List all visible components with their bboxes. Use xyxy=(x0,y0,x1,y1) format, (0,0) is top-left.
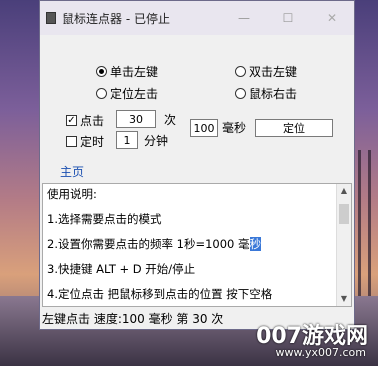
scroll-up-icon[interactable]: ▲ xyxy=(337,184,351,198)
help-line: 4.定位点击 把鼠标移到点击的位置 按下空格 xyxy=(47,287,273,301)
click-count-input[interactable]: 30 xyxy=(116,110,156,128)
help-text-area[interactable]: 使用说明: 1.选择需要点击的模式 2.设置你需要点击的频率 1秒=1000 毫… xyxy=(42,183,352,307)
help-line: 使用说明: xyxy=(47,187,97,201)
checkbox-icon[interactable] xyxy=(66,136,77,147)
timer-label: 定时 xyxy=(80,135,105,149)
scroll-thumb[interactable] xyxy=(339,204,349,224)
maximize-icon[interactable]: ☐ xyxy=(266,1,310,35)
timer-checkbox[interactable]: 定时 xyxy=(66,133,104,150)
radio-mouse-right[interactable]: 鼠标右击 xyxy=(235,85,297,102)
radio-icon[interactable] xyxy=(235,66,246,77)
interval-unit: 毫秒 xyxy=(222,121,247,135)
radio-icon[interactable] xyxy=(96,88,107,99)
app-window: 鼠标连点器 - 已停止 — ☐ ✕ 单击左键 双击左键 定位左击 鼠标右击 ✓ … xyxy=(39,0,355,330)
window-title: 鼠标连点器 - 已停止 xyxy=(62,11,170,26)
locate-button[interactable]: 定位 xyxy=(255,119,333,137)
click-unit: 次 xyxy=(164,113,177,127)
title-bar: 鼠标连点器 - 已停止 — ☐ ✕ xyxy=(40,1,354,35)
radio-single-left[interactable]: 单击左键 xyxy=(96,63,158,80)
radio-selected-icon[interactable] xyxy=(96,66,107,77)
click-label: 点击 xyxy=(80,114,105,128)
radio-mouse-right-label: 鼠标右击 xyxy=(249,87,298,101)
radio-single-left-label: 单击左键 xyxy=(110,65,159,79)
scrollbar[interactable]: ▲ ▼ xyxy=(336,184,351,306)
radio-icon[interactable] xyxy=(235,88,246,99)
radio-double-left[interactable]: 双击左键 xyxy=(235,63,297,80)
checkbox-checked-icon[interactable]: ✓ xyxy=(66,115,77,126)
radio-locate-left[interactable]: 定位左击 xyxy=(96,85,158,102)
help-line-text: 2.设置你需要点击的频率 1秒=1000 毫 xyxy=(47,237,250,251)
selected-text: 秒 xyxy=(249,237,262,251)
close-icon[interactable]: ✕ xyxy=(310,1,354,35)
status-bar: 左键点击 速度:100 毫秒 第 30 次 xyxy=(42,312,224,326)
interval-input[interactable]: 100 xyxy=(190,119,218,137)
help-line: 2.设置你需要点击的频率 1秒=1000 毫秒 xyxy=(47,236,262,252)
timer-unit: 分钟 xyxy=(144,134,169,148)
help-line: 1.选择需要点击的模式 xyxy=(47,212,162,226)
watermark-url: www.yx007.com xyxy=(275,346,366,359)
minimize-icon[interactable]: — xyxy=(222,1,266,35)
click-checkbox[interactable]: ✓ 点击 xyxy=(66,112,104,129)
app-icon xyxy=(46,12,56,24)
timer-input[interactable]: 1 xyxy=(116,131,138,149)
scroll-down-icon[interactable]: ▼ xyxy=(337,292,351,306)
radio-locate-left-label: 定位左击 xyxy=(110,87,159,101)
help-line: 3.快捷键 ALT + D 开始/停止 xyxy=(47,262,196,276)
radio-double-left-label: 双击左键 xyxy=(249,65,298,79)
tab-home[interactable]: 主页 xyxy=(60,163,84,180)
